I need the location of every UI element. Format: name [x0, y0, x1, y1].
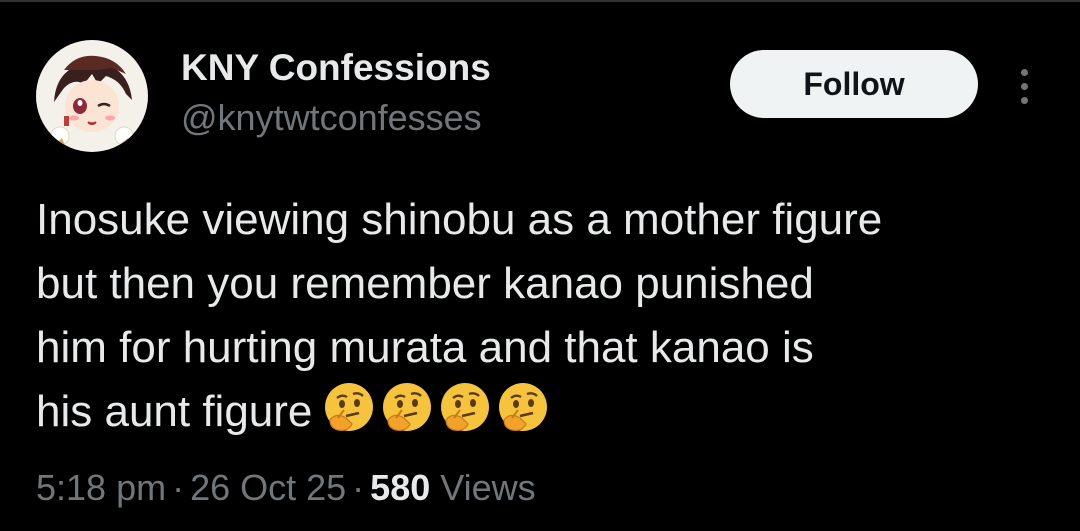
follow-button[interactable]: Follow — [730, 50, 978, 118]
tweet-text-segment: his aunt figure — [36, 387, 313, 436]
thinking-face-emoji — [441, 383, 490, 431]
author-display-name[interactable]: KNY Confessions — [181, 46, 491, 90]
tweet-meta: 5:18 pm · 26 Oct 25 · 580 Views — [36, 466, 536, 510]
thinking-face-emoji — [383, 383, 432, 431]
avatar[interactable] — [36, 40, 148, 152]
tweet-text: Inosuke viewing shinobu as a mother figu… — [36, 188, 1066, 444]
more-dot — [1020, 82, 1028, 90]
more-options-icon[interactable] — [1004, 60, 1044, 112]
views-label[interactable]: Views — [440, 467, 535, 508]
thinking-face-emoji — [325, 383, 374, 431]
tweet-date[interactable]: 26 Oct 25 — [190, 467, 346, 508]
tweet-text-line: him for hurting murata and that kanao is — [36, 323, 814, 372]
emoji-group — [322, 380, 550, 434]
tweet-text-line-last: his aunt figure — [36, 380, 1066, 444]
views-count[interactable]: 580 — [370, 467, 430, 508]
tweet-time[interactable]: 5:18 pm — [36, 467, 166, 508]
meta-separator: · — [352, 467, 365, 508]
top-divider — [0, 0, 1080, 2]
author-handle[interactable]: @knytwtconfesses — [181, 96, 482, 140]
meta-separator: · — [172, 467, 185, 508]
thinking-face-emoji — [499, 383, 548, 431]
tweet-text-line: Inosuke viewing shinobu as a mother figu… — [36, 195, 883, 244]
more-dot — [1020, 96, 1028, 104]
more-dot — [1020, 68, 1028, 76]
tweet-text-line: but then you remember kanao punished — [36, 259, 814, 308]
